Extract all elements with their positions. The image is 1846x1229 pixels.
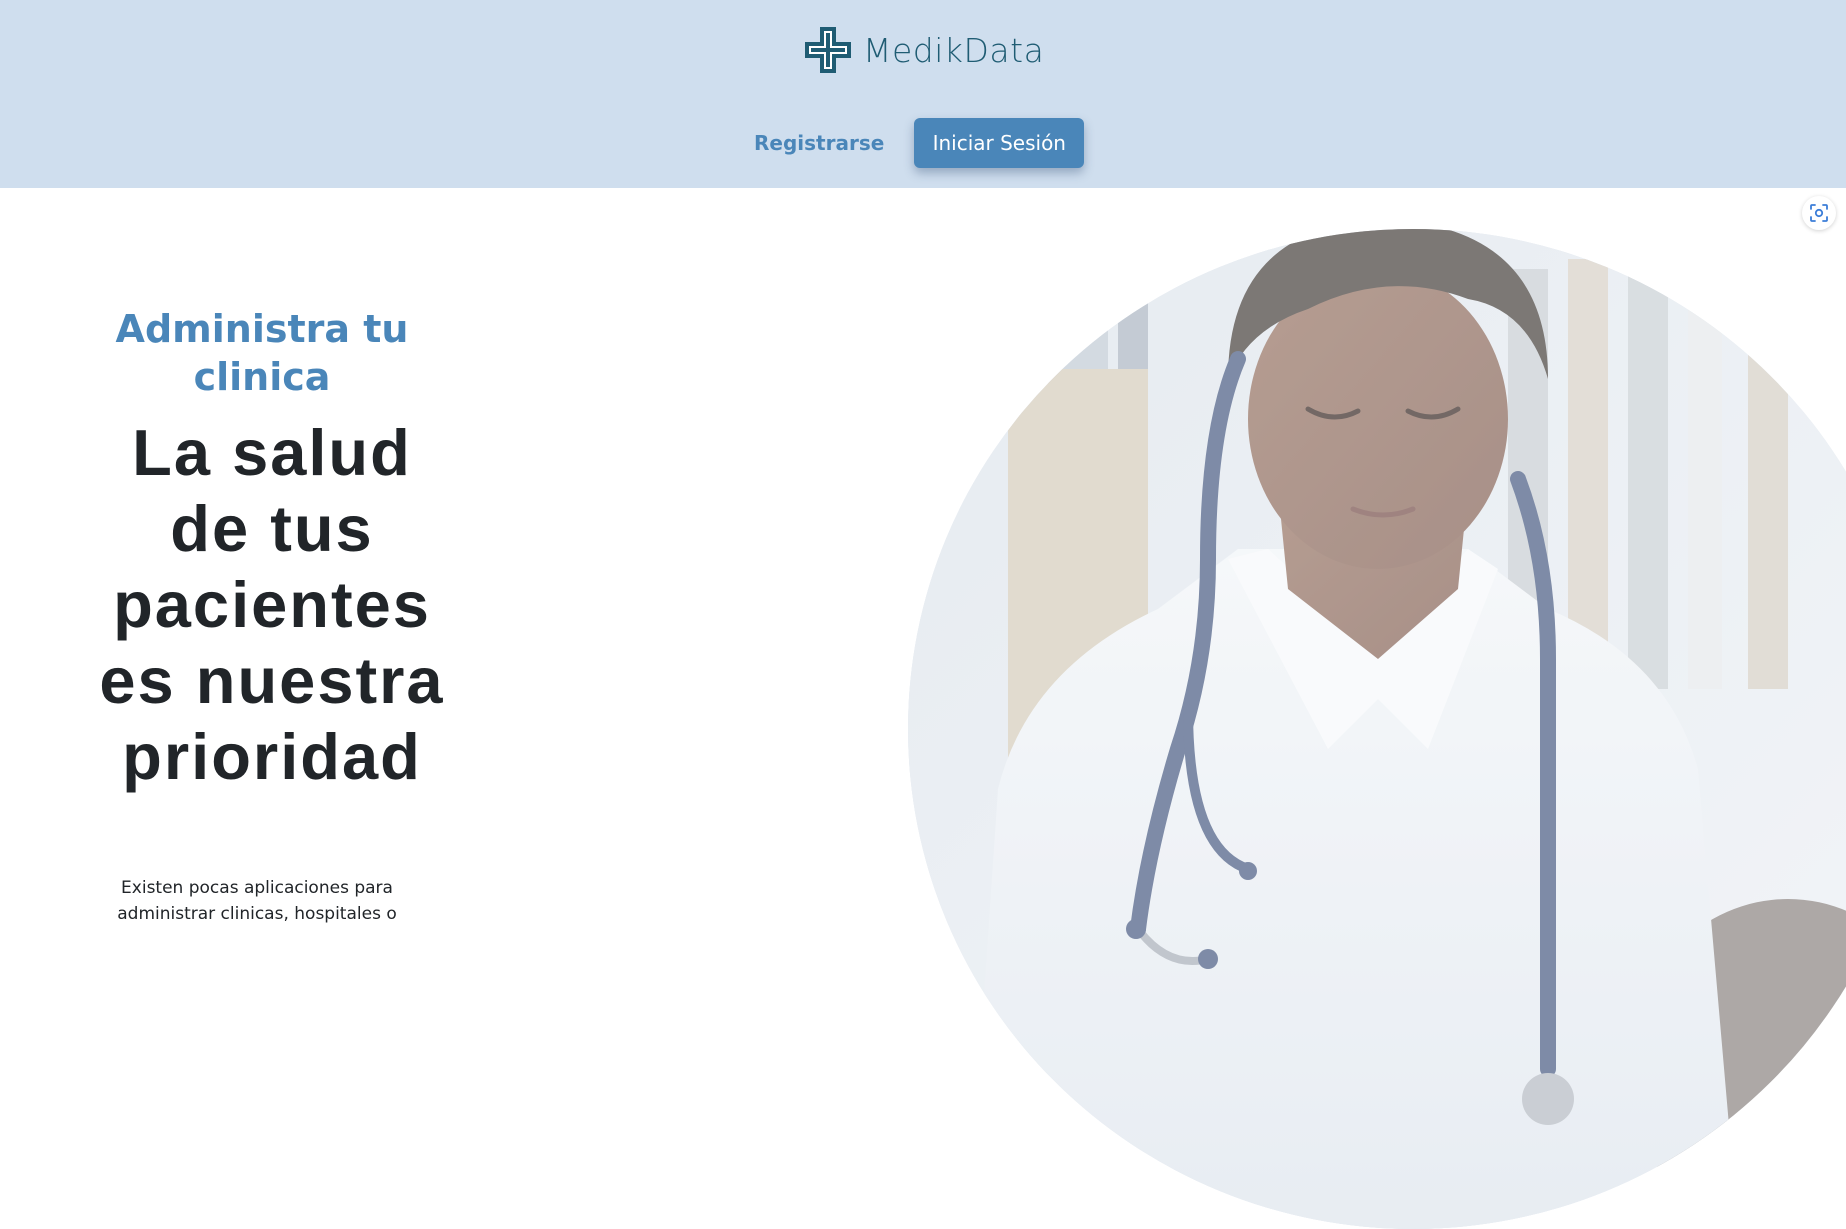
brand-name: MedikData <box>863 30 1045 70</box>
hero-text: Administra tu clinica La salud de tus pa… <box>99 305 442 924</box>
site-header: MedikData Registrarse Iniciar Sesión <box>0 0 1846 188</box>
medical-cross-icon <box>805 27 851 73</box>
header-nav: Registrarse Iniciar Sesión <box>748 118 1085 168</box>
brand[interactable]: MedikData <box>803 25 1044 75</box>
screen-capture-icon <box>1810 204 1828 222</box>
doctor-illustration <box>908 229 1846 1229</box>
hero-body: Existen pocas aplicaciones para administ… <box>117 878 397 924</box>
login-button[interactable]: Iniciar Sesión <box>914 118 1085 168</box>
register-link[interactable]: Registrarse <box>748 119 890 167</box>
hero-title: La salud de tus pacientes es nuestra pri… <box>99 416 445 793</box>
capture-button[interactable] <box>1802 196 1836 230</box>
hero-kicker: Administra tu clinica <box>115 307 409 399</box>
hero-image <box>908 229 1846 1229</box>
